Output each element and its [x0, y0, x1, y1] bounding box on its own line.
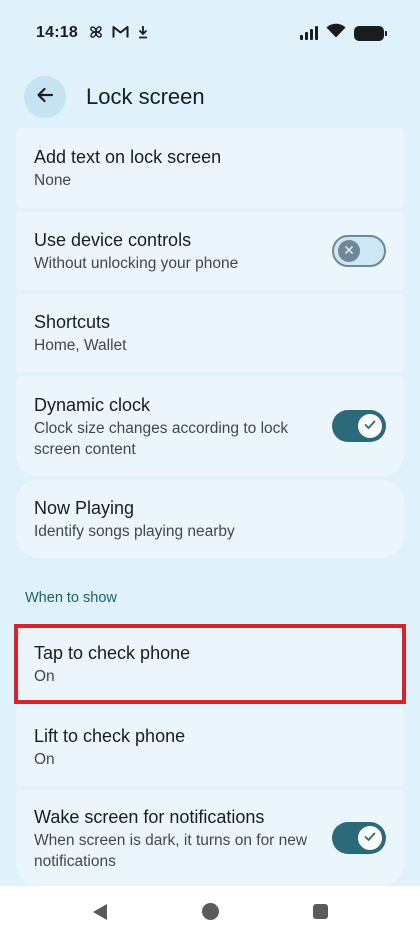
arrow-left-icon: [35, 85, 55, 110]
setting-shortcuts[interactable]: Shortcuts Home, Wallet: [16, 294, 404, 372]
setting-dynamic-clock[interactable]: Dynamic clock Clock size changes accordi…: [16, 376, 404, 476]
setting-subtitle: Without unlocking your phone: [34, 255, 239, 272]
setting-title: Add text on lock screen: [34, 147, 222, 167]
triangle-back-icon: [93, 903, 107, 920]
pinwheel-icon: [88, 24, 104, 42]
wake-screen-toggle[interactable]: [332, 822, 386, 854]
status-indicators: [300, 23, 387, 43]
top-app-bar: Lock screen: [0, 66, 420, 128]
setting-subtitle: Clock size changes according to lock scr…: [34, 419, 289, 458]
setting-title: Dynamic clock: [34, 394, 151, 415]
status-time: 14:18: [36, 24, 78, 41]
status-bar: 14:18: [0, 0, 420, 66]
toggle-thumb: [358, 826, 382, 850]
section-header-when-to-show: When to show: [25, 590, 117, 606]
setting-title: Use device controls: [34, 230, 192, 250]
setting-title: Wake screen for notifications: [34, 806, 265, 827]
toggle-thumb: [358, 414, 382, 438]
dynamic-clock-toggle[interactable]: [332, 410, 386, 442]
battery-icon: [354, 25, 387, 41]
setting-subtitle: Identify songs playing nearby: [34, 523, 235, 540]
setting-subtitle: On: [34, 751, 55, 768]
setting-title: Tap to check phone: [34, 643, 191, 663]
gmail-icon: [112, 25, 129, 41]
setting-title: Shortcuts: [34, 312, 111, 332]
setting-use-device-controls[interactable]: Use device controls Without unlocking yo…: [16, 212, 404, 290]
navigation-bar: [0, 886, 420, 937]
square-recents-icon: [312, 904, 328, 919]
nav-home-button[interactable]: [195, 897, 225, 927]
nav-recents-button[interactable]: [305, 897, 335, 927]
setting-title: Lift to check phone: [34, 726, 186, 746]
setting-tap-to-check-phone[interactable]: Tap to check phone On: [16, 624, 404, 704]
setting-subtitle: None: [34, 172, 72, 189]
setting-lift-to-check-phone[interactable]: Lift to check phone On: [16, 708, 404, 786]
check-icon: [364, 417, 376, 435]
toggle-thumb: [338, 240, 360, 262]
download-icon: [137, 25, 149, 41]
notification-icons: [88, 24, 149, 42]
setting-subtitle: Home, Wallet: [34, 337, 127, 354]
wifi-icon: [326, 23, 346, 43]
check-icon: [364, 829, 376, 847]
settings-list[interactable]: Add text on lock screen None Use device …: [16, 128, 404, 886]
signal-icon: [300, 26, 318, 40]
setting-now-playing[interactable]: Now Playing Identify songs playing nearb…: [16, 480, 404, 558]
circle-home-icon: [201, 903, 219, 920]
setting-add-text-on-lock-screen[interactable]: Add text on lock screen None: [16, 128, 404, 208]
setting-wake-screen-for-notifications[interactable]: Wake screen for notifications When scree…: [16, 790, 404, 886]
nav-back-button[interactable]: [85, 897, 115, 927]
setting-title: Now Playing: [34, 498, 135, 518]
page-title: Lock screen: [86, 84, 205, 109]
setting-subtitle: On: [34, 668, 55, 685]
setting-subtitle: When screen is dark, it turns on for new…: [34, 831, 308, 870]
close-icon: [344, 242, 354, 260]
device-controls-toggle[interactable]: [332, 235, 386, 267]
back-button[interactable]: [24, 76, 66, 118]
